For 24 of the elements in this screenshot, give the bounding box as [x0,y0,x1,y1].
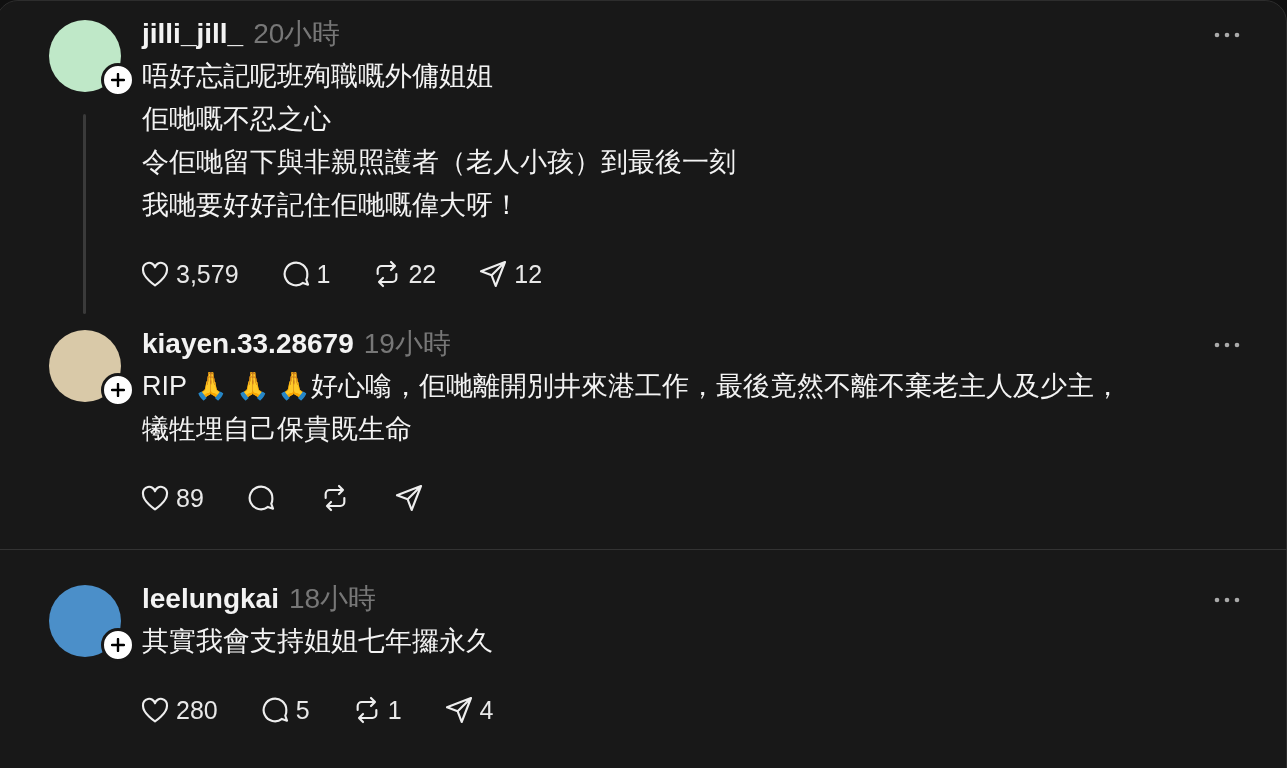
like-button[interactable]: 89 [138,482,204,514]
username[interactable]: leelungkai [142,583,279,615]
plus-icon [111,383,125,397]
more-icon[interactable] [1214,597,1240,603]
repost-button[interactable]: 22 [370,258,437,290]
reply-button[interactable]: 1 [278,258,331,290]
username[interactable]: jilli_jill_ [142,18,244,50]
share-button[interactable]: 12 [476,258,543,290]
like-button[interactable]: 280 [138,694,218,726]
post-text: 其實我會支持姐姐七年攞永久 [142,625,494,658]
post-text: 唔好忘記呢班殉職嘅外傭姐姐 佢哋嘅不忍之心 令佢哋留下與非親照護者（老人小孩）到最後一刻 我哋要好好記住佢哋嘅偉大呀！ [142,60,737,222]
share-button[interactable]: 4 [441,694,494,726]
post-time: 19小時 [363,327,451,361]
plus-icon [111,638,125,652]
post-time: 20小時 [253,17,341,51]
more-icon[interactable] [1214,32,1240,38]
post-text: RIP 🙏 🙏 🙏好心噏，佢哋離開別井來港工作，最後竟然不離不棄老主人及少主， 犧牲埋自己保貴既生命 [142,370,1123,446]
username[interactable]: kiayen.33.28679 [142,328,354,360]
like-button[interactable]: 3,579 [138,258,239,290]
plus-icon [111,73,125,87]
repost-button[interactable]: 1 [349,694,402,726]
reply-button[interactable]: 5 [257,694,310,726]
more-icon[interactable] [1214,342,1240,348]
post-time: 18小時 [288,582,377,616]
